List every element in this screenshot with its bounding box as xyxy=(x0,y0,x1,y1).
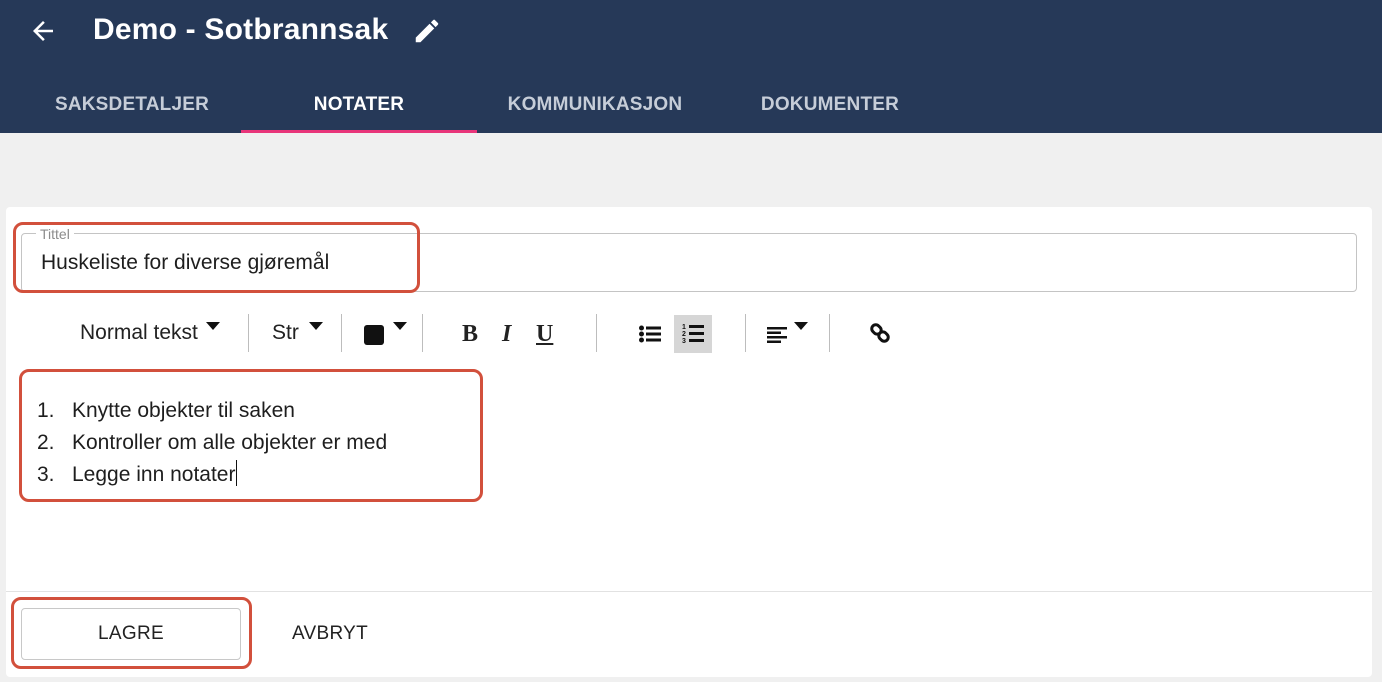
toolbar-divider xyxy=(829,314,830,352)
format-select[interactable]: Normal tekst xyxy=(80,314,220,352)
numbered-list-icon: 1 2 3 xyxy=(682,324,704,345)
tab-saksdetaljer[interactable]: SAKSDETALJER xyxy=(34,82,230,133)
size-select-label: Str xyxy=(272,321,299,344)
tab-dokumenter[interactable]: DOKUMENTER xyxy=(738,82,922,133)
bold-button[interactable]: B xyxy=(462,316,478,352)
arrow-left-icon[interactable] xyxy=(28,16,58,46)
tab-notater[interactable]: NOTATER xyxy=(241,82,477,133)
pencil-icon[interactable] xyxy=(412,16,442,46)
text-color-picker[interactable] xyxy=(364,314,407,352)
svg-text:3: 3 xyxy=(682,338,686,345)
note-editor[interactable]: 1. Knytte objekter til saken 2. Kontroller… xyxy=(37,395,387,491)
link-icon xyxy=(870,323,890,343)
title-input-value[interactable]: Huskeliste for diverse gjøremål xyxy=(41,251,329,275)
numbered-list-button[interactable]: 1 2 3 xyxy=(674,315,712,353)
chevron-down-icon xyxy=(205,322,220,330)
list-item: 3. Legge inn notater xyxy=(37,459,387,491)
toolbar-divider xyxy=(596,314,597,352)
underline-label: U xyxy=(536,320,554,347)
cancel-button[interactable]: AVBRYT xyxy=(270,608,390,660)
card-divider xyxy=(6,591,1372,592)
align-icon xyxy=(767,327,787,343)
title-label: Tittel xyxy=(36,226,74,242)
italic-button[interactable]: I xyxy=(502,316,511,352)
align-select[interactable] xyxy=(767,314,808,352)
tab-kommunikasjon[interactable]: KOMMUNIKASJON xyxy=(490,82,700,133)
toolbar-divider xyxy=(745,314,746,352)
toolbar-divider xyxy=(341,314,342,352)
underline-button[interactable]: U xyxy=(536,316,553,352)
format-select-label: Normal tekst xyxy=(80,321,198,344)
text-color-icon xyxy=(364,325,384,345)
page-title: Demo - Sotbrannsak xyxy=(93,13,389,46)
bullet-list-icon xyxy=(639,325,661,343)
size-select[interactable]: Str xyxy=(272,314,323,352)
list-item: 2. Kontroller om alle objekter er med xyxy=(37,431,388,454)
save-button[interactable]: LAGRE xyxy=(21,608,241,660)
svg-text:2: 2 xyxy=(682,331,686,338)
app-bar: Demo - Sotbrannsak SAKSDETALJER NOTATER … xyxy=(0,0,1382,133)
text-cursor xyxy=(236,460,238,486)
italic-label: I xyxy=(502,320,512,347)
svg-text:1: 1 xyxy=(682,324,686,331)
bold-label: B xyxy=(462,320,479,347)
chevron-down-icon xyxy=(308,322,323,330)
link-button[interactable] xyxy=(866,318,894,348)
chevron-down-icon xyxy=(393,322,407,330)
bullet-list-button[interactable] xyxy=(633,316,667,352)
chevron-down-icon xyxy=(794,322,808,330)
toolbar-divider xyxy=(248,314,249,352)
toolbar-divider xyxy=(422,314,423,352)
list-item: 1. Knytte objekter til saken xyxy=(37,399,295,422)
